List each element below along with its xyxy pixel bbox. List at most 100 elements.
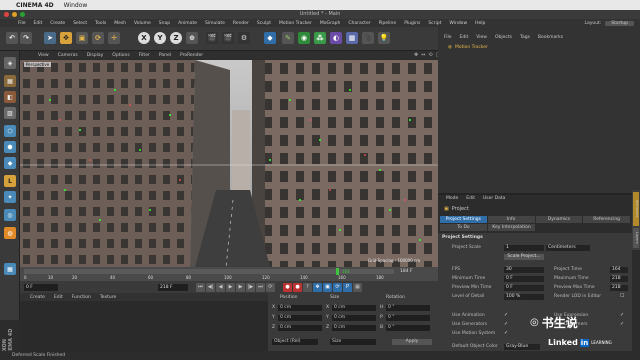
attribute-menu-edit[interactable]: Edit xyxy=(466,196,475,201)
menu-item-mograph[interactable]: MoGraph xyxy=(320,21,340,26)
tab-info[interactable]: Info xyxy=(487,216,535,223)
object-menu-tags[interactable]: Tags xyxy=(520,35,530,40)
viewport-menu-display[interactable]: Display xyxy=(87,53,104,58)
rotation-input[interactable]: 0 ° xyxy=(386,315,430,321)
size-input[interactable]: 0 cm xyxy=(332,315,376,321)
edges-mode-icon[interactable]: ⬢ xyxy=(4,141,16,153)
key-parameter-icon[interactable]: P xyxy=(343,282,352,292)
tab-to-do[interactable]: To Do xyxy=(440,224,487,231)
points-mode-icon[interactable]: ⬡ xyxy=(4,125,16,137)
attribute-menu-user-data[interactable]: User Data xyxy=(483,196,505,201)
key-scale-icon[interactable]: ▣ xyxy=(323,282,332,292)
field-input[interactable]: 100 % xyxy=(504,294,544,300)
object-menu-edit[interactable]: Edit xyxy=(460,35,469,40)
snap-icon[interactable]: ◎ xyxy=(4,209,16,221)
menu-item-file[interactable]: File xyxy=(18,21,26,26)
menu-item-simulate[interactable]: Simulate xyxy=(205,21,225,26)
object-list-item[interactable]: ◍ Motion Tracker xyxy=(448,45,488,50)
enable-axis-icon[interactable]: L xyxy=(4,175,16,187)
menu-item-plugins[interactable]: Plugins xyxy=(404,21,420,26)
zoom-view-icon[interactable]: ⇔ xyxy=(421,52,425,58)
bend-deformer-icon[interactable]: ◐ xyxy=(330,32,342,44)
workplane-lock-icon[interactable]: ◍ xyxy=(4,227,16,239)
attributes-side-tab[interactable]: Attributes xyxy=(633,192,639,226)
material-menu-edit[interactable]: Edit xyxy=(54,295,63,300)
loop-icon[interactable]: ⟳ xyxy=(266,282,275,292)
rotate-tool-icon[interactable]: ⟳ xyxy=(92,32,104,44)
move-tool-icon[interactable]: ✥ xyxy=(60,32,72,44)
subdivision-surface-icon[interactable]: ◉ xyxy=(298,32,310,44)
pen-spline-icon[interactable]: ✎ xyxy=(282,32,294,44)
menu-item-select[interactable]: Select xyxy=(73,21,87,26)
render-lod-checkbox[interactable]: ☐ xyxy=(620,293,624,299)
menu-item-create[interactable]: Create xyxy=(50,21,65,26)
workplane-icon[interactable]: ▨ xyxy=(4,107,16,119)
attribute-menu-mode[interactable]: Mode xyxy=(446,196,458,201)
layers-side-tab[interactable]: Layers xyxy=(633,228,639,248)
object-name[interactable]: Motion Tracker xyxy=(455,45,488,50)
default-color-select[interactable]: Gray-Blue xyxy=(504,344,540,350)
render-view-icon[interactable]: 🎬 xyxy=(206,32,218,44)
playhead[interactable] xyxy=(336,268,339,275)
tweak-icon[interactable]: ✦ xyxy=(4,191,16,203)
x-axis-button[interactable]: X xyxy=(138,32,150,44)
layout-dropdown[interactable]: Startup xyxy=(605,20,634,26)
menu-item-window[interactable]: Window xyxy=(449,21,467,26)
mac-window-menu[interactable]: Window xyxy=(64,2,88,9)
option-checkbox-right[interactable]: ✓ xyxy=(620,321,624,327)
option-checkbox[interactable]: ✓ xyxy=(504,330,508,336)
render-picture-viewer-icon[interactable]: 🎬 xyxy=(222,32,234,44)
make-editable-icon[interactable]: ◈ xyxy=(4,57,16,69)
key-pla-icon[interactable]: ▦ xyxy=(353,282,362,292)
object-menu-bookmarks[interactable]: Bookmarks xyxy=(538,35,563,40)
option-checkbox[interactable]: ✓ xyxy=(504,321,508,327)
material-manager[interactable] xyxy=(20,301,268,351)
menu-item-motion-tracker[interactable]: Motion Tracker xyxy=(279,21,312,26)
redo-icon[interactable]: ↷ xyxy=(20,32,32,44)
option-checkbox[interactable]: ✓ xyxy=(504,312,508,318)
key-rotation-icon[interactable]: ⟳ xyxy=(333,282,342,292)
current-frame-field[interactable]: 218 F xyxy=(158,283,188,291)
material-menu-create[interactable]: Create xyxy=(30,295,45,300)
field-input-right[interactable]: 218 xyxy=(610,285,628,291)
move-view-icon[interactable]: ✥ xyxy=(414,52,418,58)
position-input[interactable]: 0 cm xyxy=(278,325,322,331)
start-frame-field[interactable]: 0 F xyxy=(24,283,58,291)
object-menu-file[interactable]: File xyxy=(444,35,452,40)
object-menu-objects[interactable]: Objects xyxy=(495,35,512,40)
field-input[interactable]: 0 F xyxy=(504,285,544,291)
menu-item-script[interactable]: Script xyxy=(428,21,441,26)
viewport-menu-cameras[interactable]: Cameras xyxy=(58,53,78,58)
array-icon[interactable]: ⁂ xyxy=(314,32,326,44)
next-key-icon[interactable]: |▶ xyxy=(246,282,255,292)
menu-item-mesh[interactable]: Mesh xyxy=(114,21,126,26)
polygons-mode-icon[interactable]: ◆ xyxy=(4,157,16,169)
viewport-menu-panel[interactable]: Panel xyxy=(159,53,171,58)
material-menu-texture[interactable]: Texture xyxy=(100,295,116,300)
field-input[interactable]: 30 xyxy=(504,267,544,273)
position-input[interactable]: 0 cm xyxy=(278,315,322,321)
key-position-icon[interactable]: ✥ xyxy=(313,282,322,292)
menu-item-help[interactable]: Help xyxy=(475,21,485,26)
menu-item-character[interactable]: Character xyxy=(348,21,370,26)
tab-referencing[interactable]: Referencing xyxy=(583,216,630,223)
y-axis-button[interactable]: Y xyxy=(154,32,166,44)
coordinate-system-icon[interactable]: ⊕ xyxy=(186,32,198,44)
grid-icon[interactable]: ▦ xyxy=(4,263,16,275)
project-scale-unit-select[interactable]: Centimeters xyxy=(546,245,590,251)
position-input[interactable]: 0 cm xyxy=(278,305,322,311)
z-axis-button[interactable]: Z xyxy=(170,32,182,44)
scale-project-button[interactable]: Scale Project... xyxy=(504,254,544,260)
record-icon[interactable]: ● xyxy=(283,282,292,292)
viewport[interactable] xyxy=(20,60,438,267)
size-input[interactable]: 0 cm xyxy=(332,305,376,311)
viewport-menu-prorender[interactable]: ProRender xyxy=(180,53,203,58)
viewport-menu-view[interactable]: View xyxy=(38,53,49,58)
viewport-menu-options[interactable]: Options xyxy=(112,53,129,58)
go-to-start-icon[interactable]: ⏮ xyxy=(196,282,205,292)
tab-key-interpolation[interactable]: Key Interpolation xyxy=(488,224,535,231)
size-mode-select[interactable]: Size xyxy=(330,339,376,345)
menu-item-tools[interactable]: Tools xyxy=(95,21,106,26)
floor-icon[interactable]: ▦ xyxy=(346,32,358,44)
next-frame-icon[interactable]: ▶ xyxy=(236,282,245,292)
